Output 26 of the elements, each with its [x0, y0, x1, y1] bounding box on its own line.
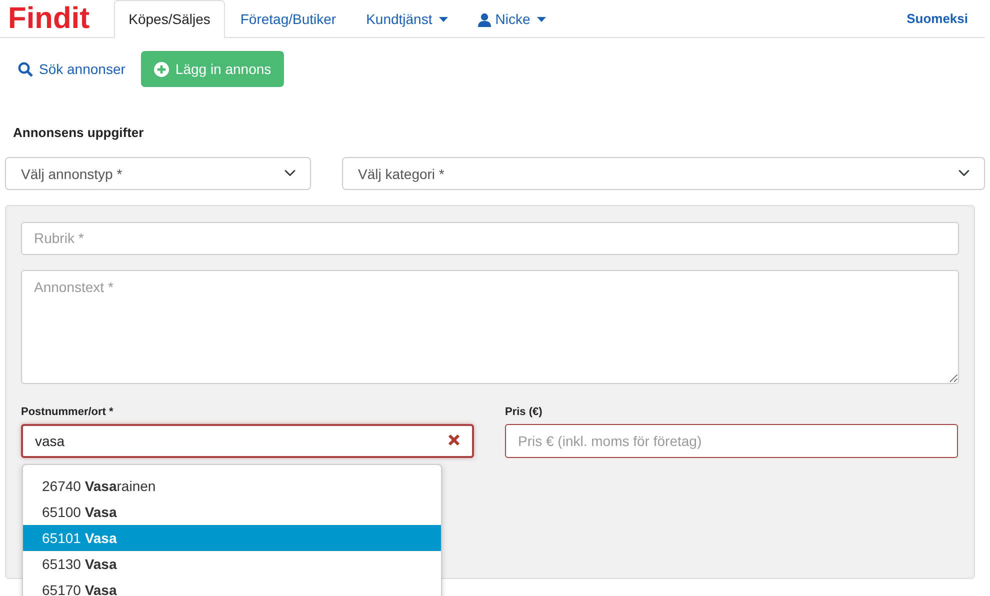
price-field[interactable]: Pris € (inkl. moms för företag) — [505, 424, 958, 458]
nav-tab[interactable]: Företag/Butiker — [225, 0, 352, 38]
section-title: Annonsens uppgifter — [13, 124, 145, 142]
caret-icon — [439, 17, 448, 22]
postcode-label: Postnummer/ort * — [21, 404, 114, 420]
suggestion-item[interactable]: 65170 Vasa — [23, 577, 441, 596]
nav-tab[interactable]: Kundtjänst — [351, 0, 464, 38]
suggestion-item[interactable]: 26740 Vasarainen — [23, 473, 441, 499]
logo[interactable]: Findit — [8, 1, 90, 37]
search-icon — [18, 62, 33, 76]
nav-tab[interactable]: Köpes/Säljes — [114, 0, 226, 38]
ad-text-field[interactable]: Annonstext * — [21, 270, 959, 384]
search-link[interactable]: Sök annonser — [18, 58, 126, 80]
caret-icon — [537, 17, 546, 22]
suggestion-item[interactable]: 65130 Vasa — [23, 551, 441, 577]
nav-tab[interactable]: Nicke — [463, 0, 562, 38]
postcode-field[interactable]: vasa — [21, 424, 474, 458]
ad-type-select[interactable]: Välj annonstyp * — [5, 156, 311, 190]
plus-circle-icon — [154, 62, 170, 76]
language-link[interactable]: Suomeksi — [906, 8, 968, 28]
category-select[interactable]: Välj kategori * — [342, 156, 985, 190]
headline-field[interactable]: Rubrik * — [21, 222, 959, 254]
price-label: Pris (€) — [505, 404, 544, 420]
suggestion-item[interactable]: 65100 Vasa — [23, 499, 441, 525]
clear-icon[interactable] — [448, 434, 460, 446]
user-icon — [478, 12, 492, 26]
